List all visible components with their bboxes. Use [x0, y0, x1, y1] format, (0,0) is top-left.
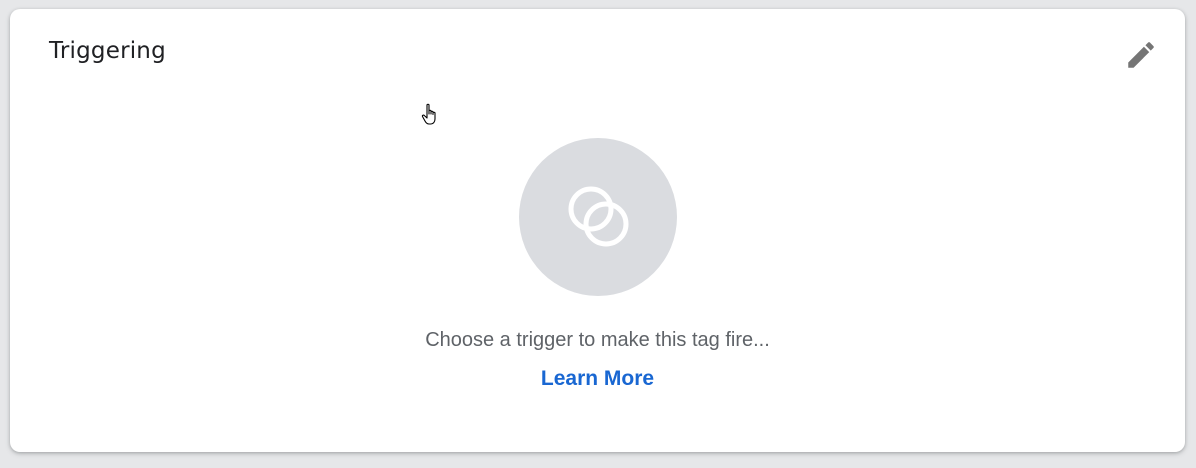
empty-state-message: Choose a trigger to make this tag fire..… [425, 329, 770, 351]
trigger-illustration[interactable] [519, 138, 677, 296]
pencil-edit-icon [1128, 42, 1154, 68]
card-title: Triggering [49, 38, 166, 64]
learn-more-link[interactable]: Learn More [541, 367, 654, 390]
triggering-card: Triggering Choose a trigger to make this… [10, 9, 1185, 452]
hand-pointer-cursor-icon [421, 103, 436, 125]
edit-button[interactable] [1121, 35, 1161, 75]
learn-more-container: Learn More [10, 367, 1185, 391]
trigger-circles-icon [568, 186, 629, 247]
